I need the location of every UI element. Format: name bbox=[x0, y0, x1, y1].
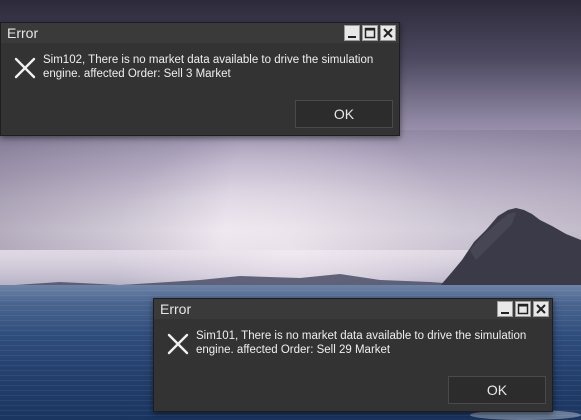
window-controls bbox=[497, 301, 549, 317]
error-message: Sim102, There is no market data availabl… bbox=[43, 54, 374, 80]
ok-button[interactable]: OK bbox=[295, 100, 393, 128]
error-dialog-1: Error Sim102, There is no market data av… bbox=[0, 22, 400, 136]
error-message: Sim101, There is no market data availabl… bbox=[196, 330, 527, 356]
dialog-title: Error bbox=[7, 25, 39, 41]
dialog-titlebar[interactable]: Error bbox=[1, 23, 399, 43]
close-x-icon bbox=[167, 333, 189, 355]
minimize-button[interactable] bbox=[344, 25, 360, 41]
close-icon bbox=[383, 28, 393, 38]
dialog-titlebar[interactable]: Error bbox=[154, 299, 552, 319]
maximize-icon bbox=[364, 27, 376, 39]
close-button[interactable] bbox=[533, 301, 549, 317]
minimize-button[interactable] bbox=[497, 301, 513, 317]
minimize-icon bbox=[348, 36, 356, 38]
window-controls bbox=[344, 25, 396, 41]
close-button[interactable] bbox=[380, 25, 396, 41]
maximize-button[interactable] bbox=[515, 301, 531, 317]
dialog-title: Error bbox=[160, 301, 192, 317]
ok-button[interactable]: OK bbox=[448, 376, 546, 404]
close-x-icon bbox=[14, 57, 36, 79]
close-icon bbox=[536, 304, 546, 314]
error-dialog-2: Error Sim101, There is no market data av… bbox=[153, 298, 553, 412]
maximize-button[interactable] bbox=[362, 25, 378, 41]
wallpaper-mountains bbox=[0, 208, 581, 290]
maximize-icon bbox=[517, 303, 529, 315]
minimize-icon bbox=[501, 312, 509, 314]
